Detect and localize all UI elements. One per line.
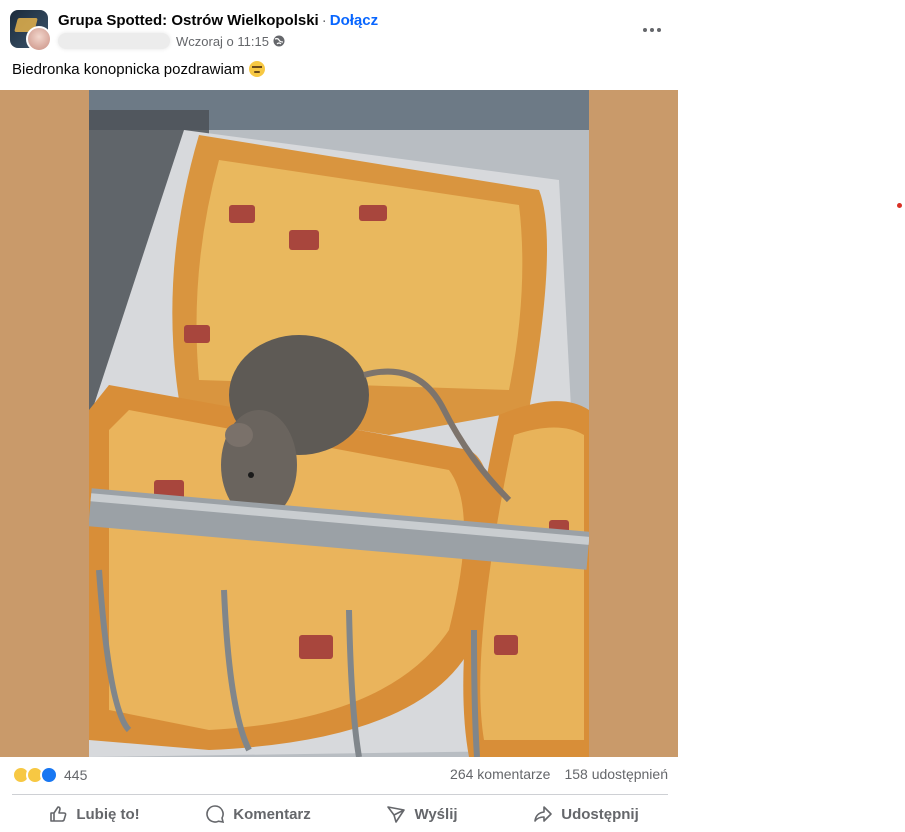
- photo-frame: [0, 90, 678, 757]
- dot: [657, 28, 661, 32]
- join-link[interactable]: Dołącz: [330, 12, 378, 29]
- post-card: Grupa Spotted: Ostrów Wielkopolski · Dołąc…: [0, 0, 678, 832]
- group-name-link[interactable]: Grupa Spotted: Ostrów Wielkopolski: [58, 12, 319, 29]
- comment-label: Komentarz: [233, 805, 311, 823]
- shares-count-link[interactable]: 158 udostępnień: [564, 766, 668, 782]
- thumbs-up-icon: [50, 806, 67, 822]
- actions-divider: [12, 794, 668, 795]
- comment-bubble-icon: [206, 805, 225, 824]
- more-options-button[interactable]: [634, 18, 670, 42]
- share-button[interactable]: Udostępnij: [504, 798, 668, 830]
- post-header: Grupa Spotted: Ostrów Wielkopolski · Dołąc…: [10, 10, 670, 54]
- post-photo[interactable]: [89, 90, 589, 757]
- share-label: Udostępnij: [561, 805, 639, 823]
- raised-eyebrow-emoji-icon: [248, 61, 265, 77]
- notification-dot: [897, 203, 902, 208]
- reactions-summary[interactable]: 445: [12, 766, 87, 784]
- post-meta: Wczoraj o 11:15: [58, 32, 285, 50]
- separator-dot: ·: [321, 12, 327, 29]
- photo-mouse-on-pizza-icon: [89, 90, 589, 757]
- like-label: Lubię to!: [76, 805, 140, 823]
- like-button[interactable]: Lubię to!: [12, 798, 176, 830]
- timestamp-link[interactable]: Wczoraj o 11:15: [176, 34, 269, 49]
- stats-right: 264 komentarze 158 udostępnień: [450, 766, 668, 782]
- post-text: Biedronka konopnicka pozdrawiam: [12, 61, 265, 78]
- send-label: Wyślij: [414, 805, 458, 823]
- dot: [643, 28, 647, 32]
- globe-icon: [273, 35, 285, 47]
- post-actions: Lubię to! Komentarz Wyślij Udostępnij: [12, 798, 668, 830]
- like-reaction-icon: [40, 766, 58, 784]
- send-icon: [387, 806, 406, 823]
- group-line: Grupa Spotted: Ostrów Wielkopolski · Dołąc…: [58, 12, 378, 29]
- blurred-author-name[interactable]: [58, 33, 170, 49]
- share-icon: [534, 806, 553, 822]
- post-text-content: Biedronka konopnicka pozdrawiam: [12, 61, 245, 78]
- user-avatar[interactable]: [26, 26, 52, 52]
- reaction-count: 445: [64, 767, 88, 783]
- comments-count-link[interactable]: 264 komentarze: [450, 766, 550, 782]
- dot: [650, 28, 654, 32]
- comment-button[interactable]: Komentarz: [176, 798, 340, 830]
- send-button[interactable]: Wyślij: [340, 798, 504, 830]
- post-stats: 445 264 komentarze 158 udostępnień: [12, 766, 668, 786]
